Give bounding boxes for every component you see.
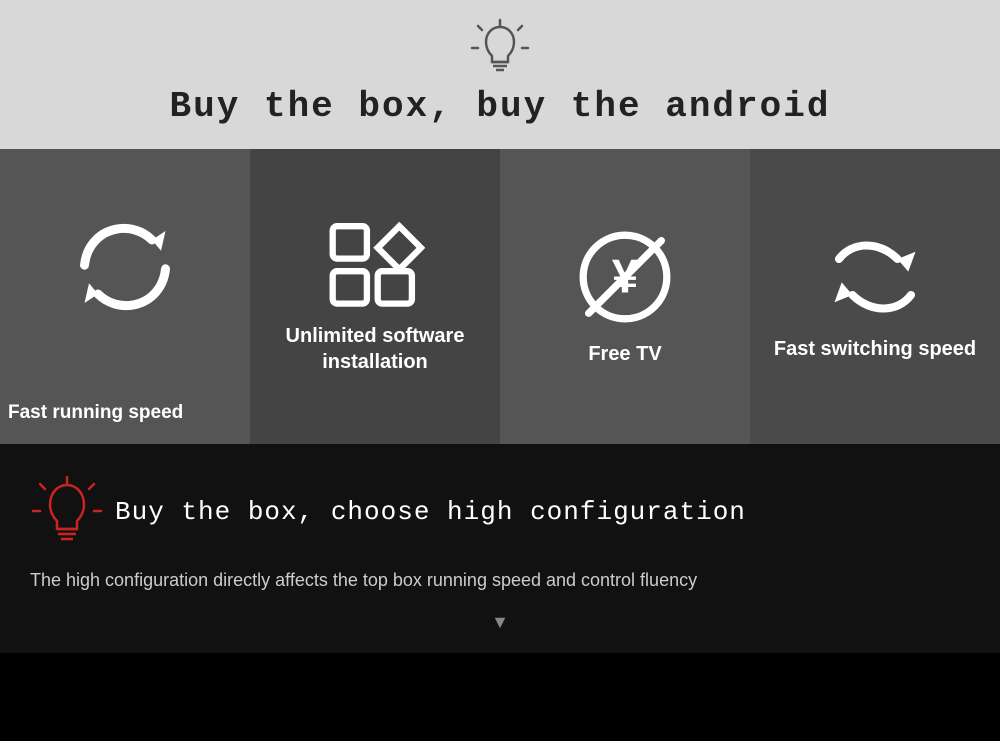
bottom-title: Buy the box, choose high configuration: [115, 497, 746, 527]
feature-free-tv-label: Free TV: [588, 341, 661, 367]
feature-free-tv: ¥ Free TV: [500, 149, 750, 444]
sync-icon: [75, 222, 175, 312]
feature-unlimited-software: Unlimited software installation: [250, 149, 500, 444]
top-title: Buy the box, buy the android: [170, 86, 831, 127]
features-grid: Fast running speed Unlimited software in…: [0, 149, 1000, 444]
bulb-icon-top: [470, 18, 530, 78]
bottom-description: The high configuration directly affects …: [30, 567, 970, 594]
feature-fast-running: Fast running speed: [0, 149, 250, 444]
apps-icon: [325, 219, 425, 309]
feature-unlimited-software-label: Unlimited software installation: [260, 323, 490, 375]
top-section: Buy the box, buy the android: [0, 0, 1000, 149]
noyen-icon: ¥: [575, 227, 675, 327]
down-arrow: ▼: [30, 612, 970, 633]
bulb-icon-bottom: [30, 474, 105, 549]
bottom-title-row: Buy the box, choose high configuration: [30, 474, 970, 549]
feature-fast-switching: Fast switching speed: [750, 149, 1000, 444]
switch-icon: [825, 232, 925, 322]
feature-fast-switching-label: Fast switching speed: [774, 336, 976, 362]
bottom-section: Buy the box, choose high configuration T…: [0, 444, 1000, 653]
feature-fast-running-label: Fast running speed: [0, 401, 250, 426]
